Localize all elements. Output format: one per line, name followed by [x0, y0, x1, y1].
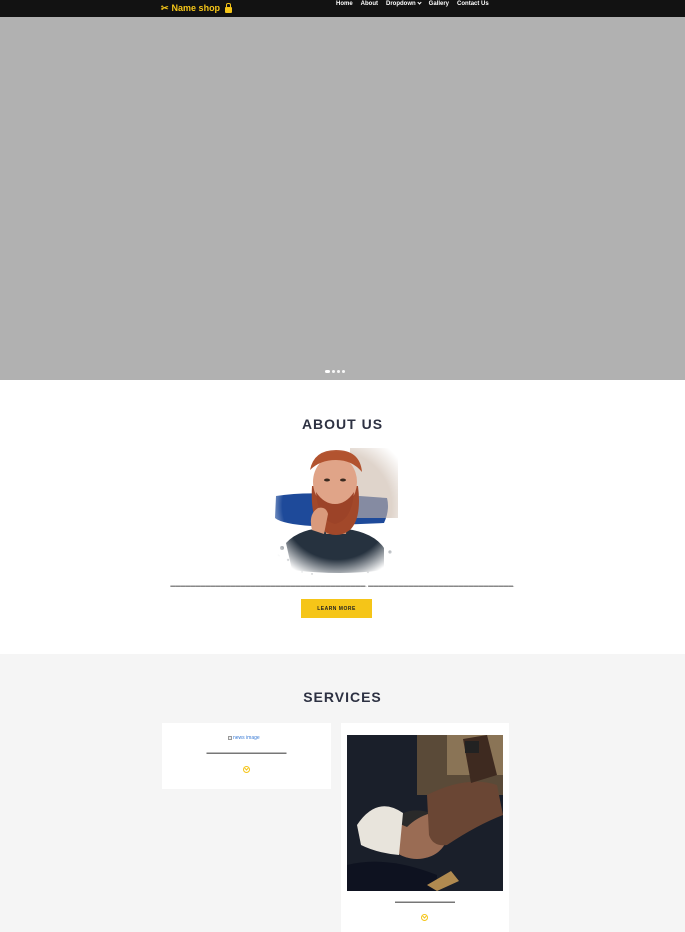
carousel-indicators — [325, 370, 345, 373]
chevron-down-circle-icon[interactable] — [421, 914, 428, 921]
about-description: ▬▬▬▬▬▬▬▬▬▬▬▬▬▬▬▬▬▬▬▬▬▬▬▬▬▬▬▬▬▬▬▬▬▬▬▬▬▬▬.… — [170, 583, 515, 589]
services-title: SERVICES — [303, 689, 382, 705]
broken-image: news image — [228, 735, 260, 741]
carousel-indicator-2[interactable] — [332, 370, 335, 373]
service-card: news image ▬▬▬▬▬▬▬▬▬▬▬▬▬▬▬▬ — [162, 723, 331, 789]
barber-shaving-image — [347, 735, 503, 891]
about-section: ABOUT US ▬▬▬▬▬▬▬▬▬▬▬▬▬▬▬▬▬▬▬▬▬▬▬▬▬▬▬▬▬▬▬… — [0, 380, 685, 654]
broken-image-icon — [228, 736, 232, 740]
barber-portrait-image — [272, 448, 402, 576]
brand-logo[interactable]: ✂ Name shop — [161, 0, 233, 17]
nav-menu: Home About Dropdown Gallery Contact Us — [336, 0, 489, 8]
nav-contact[interactable]: Contact Us — [457, 0, 489, 8]
service-card: ▬▬▬▬▬▬▬▬▬▬▬▬ — [341, 723, 509, 932]
nav-home[interactable]: Home — [336, 0, 353, 8]
learn-more-button[interactable]: LEARN MORE — [301, 599, 372, 618]
navbar: ✂ Name shop Home About Dropdown Gallery … — [0, 0, 685, 17]
nav-dropdown-label: Dropdown — [386, 1, 416, 7]
nav-about[interactable]: About — [361, 0, 378, 8]
chevron-down-circle-icon[interactable] — [243, 766, 250, 773]
image-alt-text: news image — [233, 735, 260, 741]
chevron-down-icon — [417, 0, 422, 5]
service-description: ▬▬▬▬▬▬▬▬▬▬▬▬ — [395, 899, 455, 905]
about-title: ABOUT US — [301, 416, 384, 432]
hero-carousel — [0, 17, 685, 380]
carousel-indicator-4[interactable] — [342, 370, 345, 373]
scissors-icon: ✂ — [161, 3, 169, 13]
carousel-indicator-3[interactable] — [337, 370, 340, 373]
lock-icon — [225, 2, 233, 13]
service-description: ▬▬▬▬▬▬▬▬▬▬▬▬▬▬▬▬ — [206, 750, 287, 756]
brand-name: Name shop — [171, 3, 221, 13]
nav-dropdown[interactable]: Dropdown — [386, 0, 422, 8]
carousel-indicator-1[interactable] — [325, 370, 330, 373]
nav-gallery[interactable]: Gallery — [429, 0, 449, 8]
services-section: SERVICES news image ▬▬▬▬▬▬▬▬▬▬▬▬▬▬▬▬ ▬▬▬… — [0, 654, 685, 932]
